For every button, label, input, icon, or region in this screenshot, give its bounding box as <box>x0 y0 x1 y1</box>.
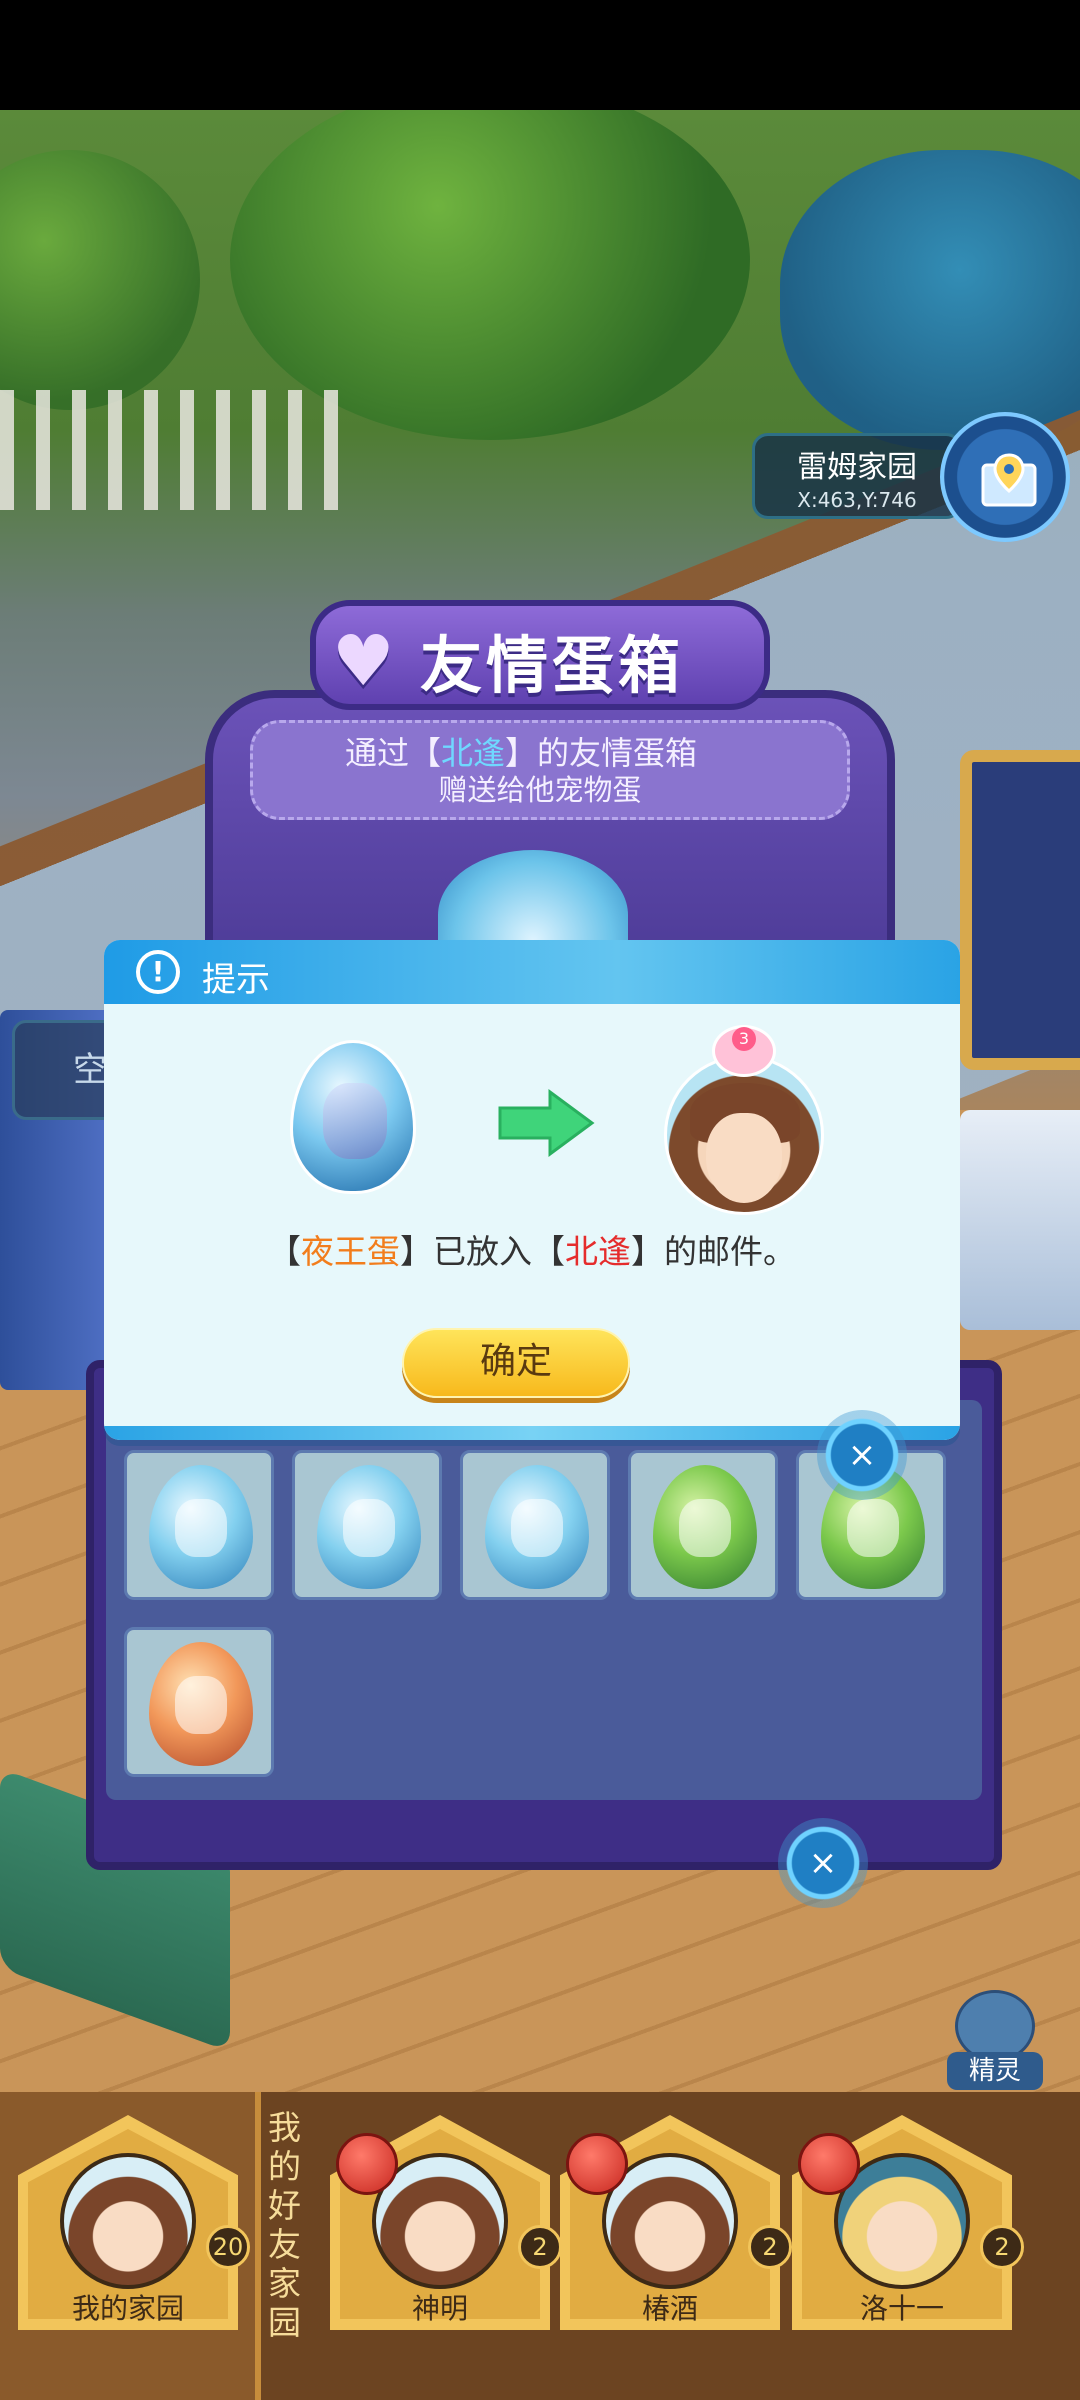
close-icon[interactable]: × <box>817 1410 907 1500</box>
friend-name: 神明 <box>411 2292 468 2325</box>
pet-egg-icon <box>149 1465 253 1589</box>
egg-slot[interactable] <box>460 1450 610 1600</box>
white-furniture[interactable] <box>960 1110 1080 1330</box>
heart-icon: ♥ <box>332 620 395 702</box>
msg-end: 】的邮件。 <box>631 1232 796 1271</box>
egg-slot[interactable] <box>628 1450 778 1600</box>
avatar <box>60 2153 196 2289</box>
pet-egg-icon <box>653 1465 757 1589</box>
bush <box>0 150 200 410</box>
location-display[interactable]: 雷姆家园 X:463,Y:746 <box>752 433 962 519</box>
my-home-label: 我的家园 <box>71 2292 184 2325</box>
panel-close-icon[interactable]: × <box>778 1818 868 1908</box>
boxing-glove-icon <box>336 2133 398 2195</box>
friend-name: 洛十一 <box>859 2292 944 2325</box>
egg-box-desc-line2: 赠送给他宠物蛋 <box>438 773 642 807</box>
boxing-glove-icon <box>566 2133 628 2195</box>
recipient-avatar: 3 <box>654 1025 834 1215</box>
egg-slot[interactable] <box>124 1450 274 1600</box>
egg-box-title: 友情蛋箱 <box>420 629 685 702</box>
msg-item-name: 夜王蛋 <box>301 1232 400 1271</box>
friend-count: 2 <box>518 2225 562 2269</box>
msg-bracket-open: 【 <box>268 1232 301 1271</box>
status-bar <box>0 0 1080 110</box>
spirit-label: 精灵 <box>947 2052 1043 2090</box>
egg-slot[interactable] <box>124 1627 274 1777</box>
egg-slot[interactable] <box>292 1450 442 1600</box>
friend-count: 2 <box>748 2225 792 2269</box>
location-coords: X:463,Y:746 <box>797 488 917 512</box>
arrow-right-icon <box>498 1089 595 1157</box>
pet-badge-number: 3 <box>732 1027 756 1051</box>
map-button[interactable] <box>940 412 1070 542</box>
pet-egg-icon <box>485 1465 589 1589</box>
pond <box>780 150 1080 450</box>
friends-homes-title: 我的好友家园 <box>268 2108 301 2342</box>
msg-middle: 】已放入【 <box>400 1232 565 1271</box>
fence <box>0 390 340 510</box>
my-home-count: 20 <box>206 2225 250 2269</box>
map-pin-icon <box>981 453 1037 507</box>
my-home-button[interactable]: 我的家园 20 <box>18 2115 250 2330</box>
friend-count: 2 <box>980 2225 1024 2269</box>
dialog-header: ! 提示 <box>104 940 960 1004</box>
friend-home-2[interactable]: 椿酒 2 <box>560 2115 792 2330</box>
dialog-title: 提示 <box>202 960 270 1000</box>
dialog-message: 【夜王蛋】已放入【北逢】的邮件。 <box>104 1225 960 1273</box>
notice-dialog: ! 提示 3 【夜王蛋】已放入【北逢】的邮件。 确定 <box>104 940 960 1440</box>
pet-egg-icon <box>149 1642 253 1766</box>
avatar-face <box>706 1113 782 1203</box>
location-name: 雷姆家园 <box>797 450 917 485</box>
pet-egg-icon <box>317 1465 421 1589</box>
night-king-egg-icon <box>290 1040 416 1194</box>
friend-home-1[interactable]: 神明 2 <box>330 2115 562 2330</box>
confirm-button[interactable]: 确定 <box>402 1328 630 1398</box>
warning-icon: ! <box>136 950 180 994</box>
boxing-glove-icon <box>798 2133 860 2195</box>
msg-recipient-name: 北逢 <box>565 1232 631 1271</box>
friend-home-3[interactable]: 洛十一 2 <box>792 2115 1024 2330</box>
spirit-button[interactable]: 精灵 <box>945 1990 1045 2090</box>
friend-name: 椿酒 <box>641 2292 698 2325</box>
